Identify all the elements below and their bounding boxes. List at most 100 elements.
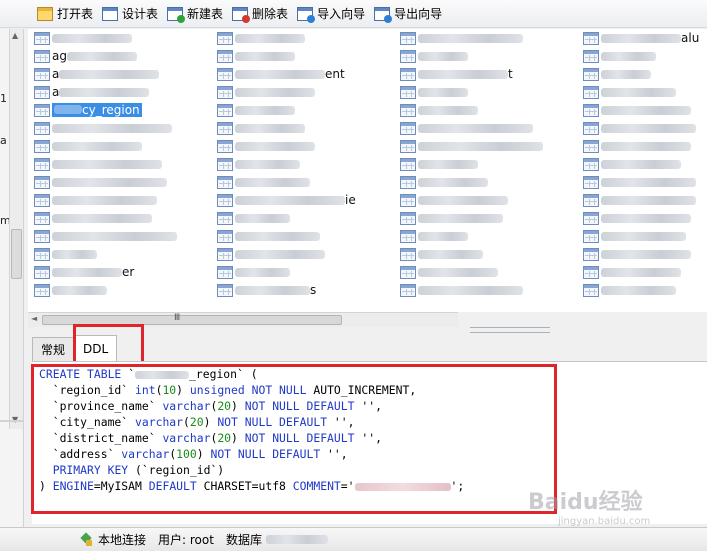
- table-item[interactable]: [217, 209, 290, 227]
- table-item[interactable]: ent: [217, 65, 345, 83]
- table-icon: [400, 31, 416, 45]
- table-item[interactable]: [400, 191, 508, 209]
- table-item[interactable]: a: [34, 65, 160, 83]
- table-item[interactable]: [217, 227, 320, 245]
- table-icon: [217, 247, 233, 261]
- table-item[interactable]: [217, 137, 315, 155]
- table-item[interactable]: [583, 47, 656, 65]
- table-item[interactable]: [400, 245, 483, 263]
- table-item[interactable]: [34, 119, 172, 137]
- table-item[interactable]: [217, 155, 300, 173]
- table-icon: [400, 157, 416, 171]
- table-item[interactable]: [400, 119, 533, 137]
- table-item[interactable]: [400, 227, 468, 245]
- table-item[interactable]: [583, 209, 691, 227]
- delete-table-label: 删除表: [252, 7, 289, 21]
- table-icon: [400, 265, 416, 279]
- table-item[interactable]: alu: [583, 29, 699, 47]
- table-item[interactable]: [217, 173, 310, 191]
- table-item[interactable]: [400, 83, 468, 101]
- delete-table-icon: [232, 6, 251, 23]
- table-item[interactable]: ie: [217, 191, 356, 209]
- table-icon: [34, 283, 50, 297]
- pane-splitter[interactable]: [470, 327, 550, 333]
- table-item[interactable]: t: [400, 65, 513, 83]
- table-item[interactable]: [400, 173, 488, 191]
- scroll-up-arrow-icon[interactable]: ▲: [12, 31, 18, 40]
- open-table-button[interactable]: 打开表: [34, 3, 97, 25]
- table-icon: [583, 283, 599, 297]
- table-item[interactable]: [583, 173, 696, 191]
- table-icon: [583, 49, 599, 63]
- table-item[interactable]: [217, 101, 295, 119]
- delete-table-button[interactable]: 删除表: [229, 3, 292, 25]
- export-wizard-label: 导出向导: [394, 7, 443, 21]
- table-item[interactable]: [583, 101, 691, 119]
- new-table-button[interactable]: 新建表: [164, 3, 227, 25]
- table-item[interactable]: [217, 29, 305, 47]
- table-item[interactable]: [34, 29, 132, 47]
- table-item[interactable]: [217, 119, 305, 137]
- table-item[interactable]: s: [217, 281, 316, 299]
- table-item[interactable]: [34, 173, 167, 191]
- table-item[interactable]: [583, 65, 651, 83]
- table-item[interactable]: [583, 227, 686, 245]
- table-item[interactable]: [400, 209, 503, 227]
- new-table-label: 新建表: [187, 7, 224, 21]
- table-item[interactable]: [217, 245, 325, 263]
- export-wizard-icon: [374, 6, 393, 23]
- table-icon: [583, 157, 599, 171]
- table-item[interactable]: [583, 137, 691, 155]
- table-icon: [34, 139, 50, 153]
- table-icon: [217, 67, 233, 81]
- table-item[interactable]: [400, 263, 498, 281]
- table-item[interactable]: [217, 263, 290, 281]
- table-item[interactable]: [583, 119, 696, 137]
- table-icon: [583, 121, 599, 135]
- table-item[interactable]: a: [34, 83, 150, 101]
- table-icon: [34, 121, 50, 135]
- table-item[interactable]: [34, 227, 177, 245]
- table-icon: [400, 247, 416, 261]
- table-item[interactable]: [34, 209, 152, 227]
- table-item[interactable]: [400, 137, 543, 155]
- import-wizard-button[interactable]: 导入向导: [294, 3, 369, 25]
- table-icon: [34, 175, 50, 189]
- table-item[interactable]: [400, 281, 523, 299]
- scrollbar-thumb[interactable]: [11, 229, 22, 279]
- table-icon: [583, 193, 599, 207]
- table-item[interactable]: [34, 245, 97, 263]
- table-item[interactable]: [400, 47, 468, 65]
- table-item[interactable]: [583, 281, 676, 299]
- table-item[interactable]: [583, 155, 681, 173]
- table-item[interactable]: [583, 191, 696, 209]
- ddl-tab-highlight-box: [73, 324, 144, 365]
- table-item[interactable]: [217, 47, 295, 65]
- table-item[interactable]: [34, 137, 142, 155]
- table-icon: [34, 193, 50, 207]
- export-wizard-button[interactable]: 导出向导: [371, 3, 446, 25]
- scrollbar-grip-icon: Ⅲ: [174, 313, 181, 323]
- table-item[interactable]: [583, 245, 691, 263]
- navigator-fragment: a: [0, 134, 7, 147]
- table-item[interactable]: [583, 83, 676, 101]
- table-item[interactable]: [34, 155, 162, 173]
- table-item[interactable]: [217, 83, 315, 101]
- table-icon: [400, 175, 416, 189]
- table-item[interactable]: [34, 191, 157, 209]
- table-icon: [583, 139, 599, 153]
- table-item[interactable]: [400, 29, 523, 47]
- table-item[interactable]: [583, 263, 681, 281]
- table-icon: [400, 139, 416, 153]
- table-item[interactable]: [400, 101, 478, 119]
- table-item[interactable]: ag: [34, 47, 137, 65]
- design-table-button[interactable]: 设计表: [99, 3, 162, 25]
- table-item[interactable]: er: [34, 263, 134, 281]
- scroll-left-arrow-icon[interactable]: ◄: [31, 314, 37, 323]
- table-item[interactable]: [34, 281, 107, 299]
- design-table-label: 设计表: [122, 7, 159, 21]
- table-item[interactable]: [400, 155, 478, 173]
- table-item-selected[interactable]: cy_region: [34, 101, 142, 119]
- navigator-vertical-scrollbar[interactable]: ▲ ▼: [9, 29, 23, 429]
- tab-general[interactable]: 常规: [32, 337, 75, 361]
